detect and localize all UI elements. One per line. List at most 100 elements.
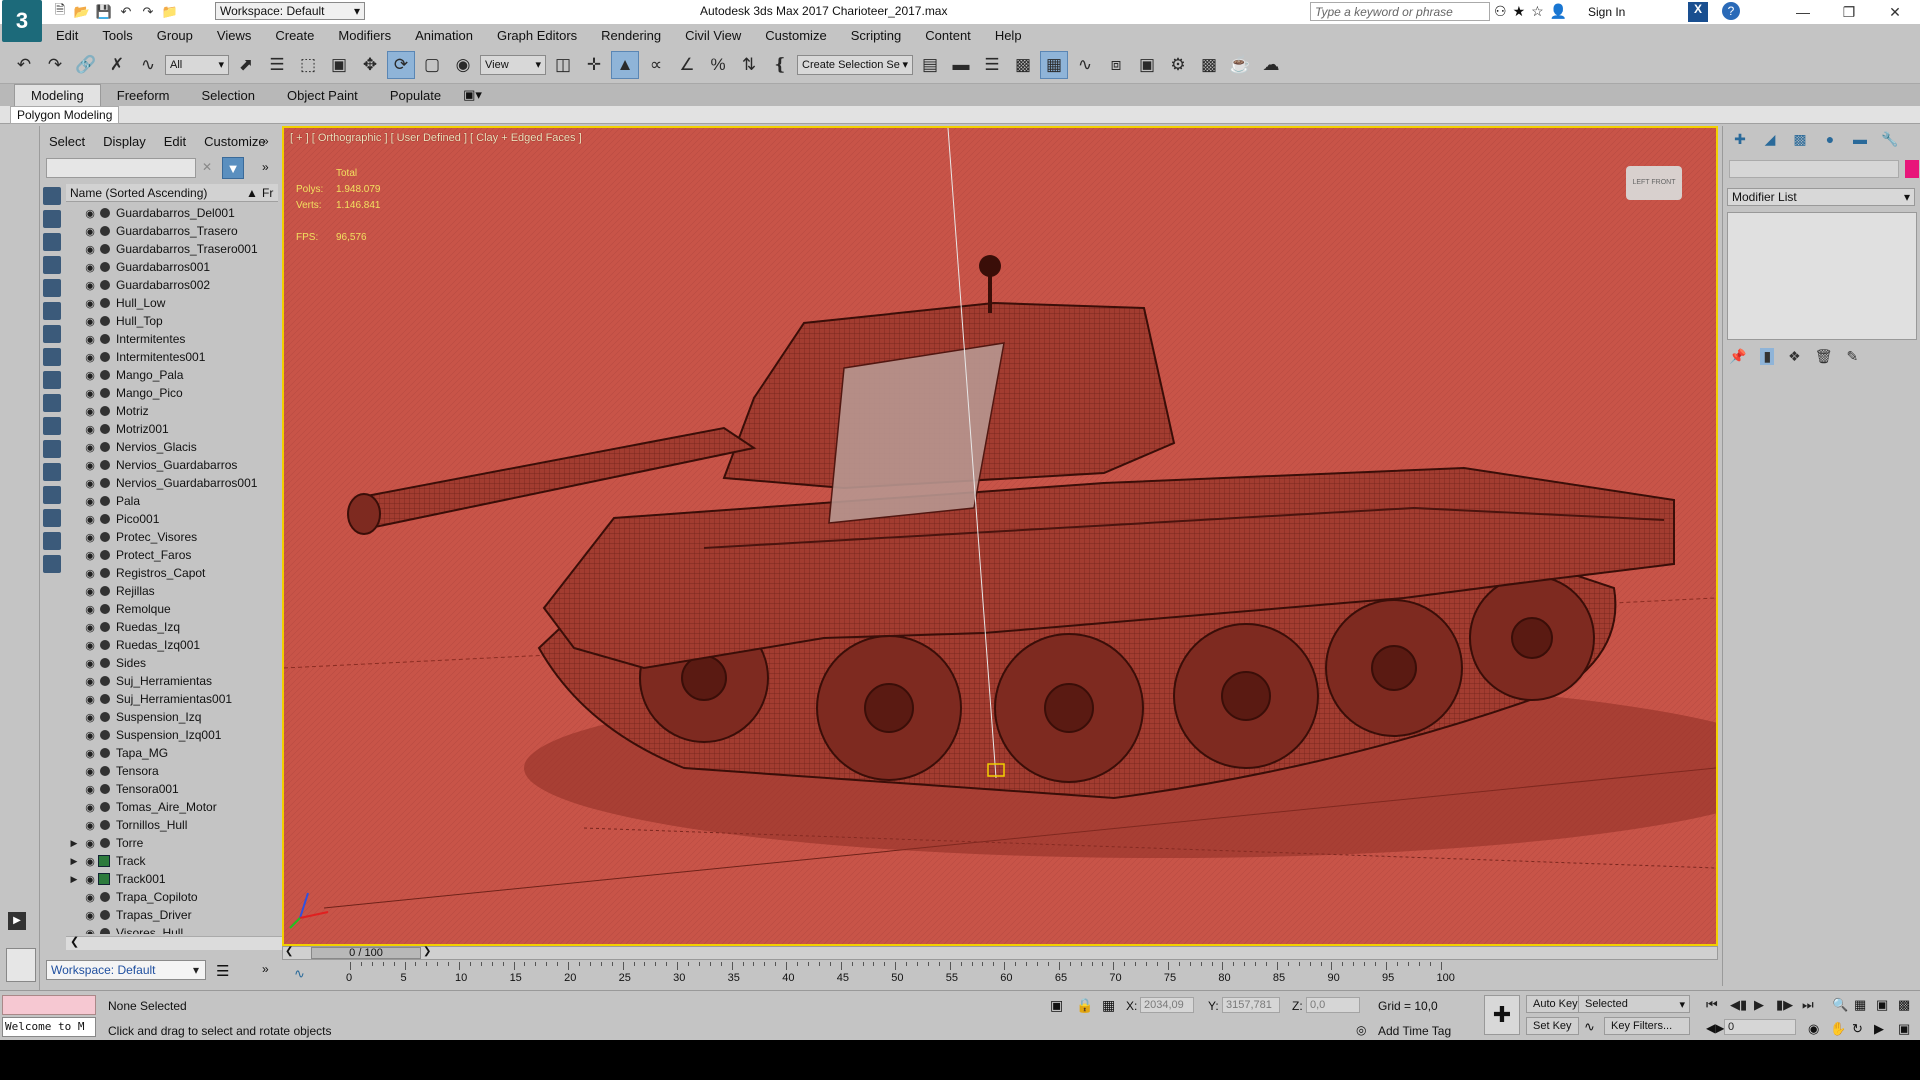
undo-icon[interactable]: ↶: [116, 2, 136, 22]
visibility-eye-icon[interactable]: ◉: [82, 531, 98, 544]
redo-icon[interactable]: ↷: [41, 51, 69, 79]
app-logo-icon[interactable]: 3: [2, 0, 42, 42]
list-item[interactable]: ◉ Nervios_Glacis: [66, 438, 296, 456]
undo-icon[interactable]: ↶: [10, 51, 38, 79]
rectangular-selection-icon[interactable]: ⬚: [294, 51, 322, 79]
list-item[interactable]: ◉ Motriz: [66, 402, 296, 420]
list-item[interactable]: ◉ Suspension_Izq001: [66, 726, 296, 744]
remove-modifier-icon[interactable]: 🗑: [1815, 348, 1833, 365]
clear-search-icon[interactable]: ✕: [202, 160, 212, 174]
tab-populate[interactable]: Populate: [374, 85, 457, 106]
list-item[interactable]: ◉ Rejillas: [66, 582, 296, 600]
visibility-eye-icon[interactable]: ◉: [82, 675, 98, 688]
pan-view-icon[interactable]: ✋: [1830, 1021, 1846, 1037]
display-all-icon[interactable]: [43, 463, 61, 481]
list-item[interactable]: ◉ Guardabarros_Del001: [66, 204, 296, 222]
visibility-eye-icon[interactable]: ◉: [82, 783, 98, 796]
zoom-all-icon[interactable]: ▦: [1854, 997, 1866, 1013]
list-item[interactable]: ◉ Hull_Low: [66, 294, 296, 312]
menu-edit[interactable]: Edit: [44, 28, 90, 43]
toggle-ribbon-icon[interactable]: ▦: [1040, 50, 1068, 79]
selection-lock-icon[interactable]: 🔒: [1076, 997, 1093, 1014]
list-item[interactable]: ◉ Remolque: [66, 600, 296, 618]
restore-button[interactable]: ❐: [1826, 0, 1872, 24]
current-frame-field[interactable]: 0: [1724, 1019, 1796, 1035]
visibility-eye-icon[interactable]: ◉: [82, 225, 98, 238]
list-item[interactable]: ◉ Protect_Faros: [66, 546, 296, 564]
select-and-place-icon[interactable]: ◉: [449, 51, 477, 79]
zoom-icon[interactable]: 🔍: [1832, 997, 1848, 1013]
save-file-icon[interactable]: 💾: [94, 2, 114, 22]
viewcube[interactable]: LEFT FRONT: [1626, 166, 1682, 200]
open-file-icon[interactable]: 📂: [72, 2, 92, 22]
visibility-eye-icon[interactable]: ◉: [82, 747, 98, 760]
previous-frame-icon[interactable]: ◀▮: [1730, 997, 1747, 1013]
visibility-eye-icon[interactable]: ◉: [82, 765, 98, 778]
list-item[interactable]: ◉ Hull_Top: [66, 312, 296, 330]
visibility-eye-icon[interactable]: ◉: [82, 423, 98, 436]
menu-content[interactable]: Content: [913, 28, 983, 43]
manipulate-icon[interactable]: ✛: [580, 51, 608, 79]
track-bar[interactable]: ∿ 0 5 10 15 20 25 30 35 40 45 50 55 60 65 70 75 80 85 90 95…: [282, 962, 1718, 988]
list-item[interactable]: ◉ Registros_Capot: [66, 564, 296, 582]
select-and-move-icon[interactable]: ✥: [356, 51, 384, 79]
menu-create[interactable]: Create: [263, 28, 326, 43]
render-in-cloud-icon[interactable]: ☁: [1257, 51, 1285, 79]
list-item[interactable]: ◉ Ruedas_Izq: [66, 618, 296, 636]
percent-snap-icon[interactable]: %: [704, 51, 732, 79]
rendered-frame-window-icon[interactable]: ▩: [1195, 51, 1223, 79]
list-item[interactable]: ◉ Tensora: [66, 762, 296, 780]
visibility-eye-icon[interactable]: ◉: [82, 477, 98, 490]
modifier-list-dropdown[interactable]: Modifier List ▾: [1727, 188, 1915, 206]
bind-space-warp-icon[interactable]: ∿: [134, 51, 162, 79]
list-item[interactable]: ◉ Pico001: [66, 510, 296, 528]
select-object-icon[interactable]: ⬈: [232, 51, 260, 79]
explorer-menu-select[interactable]: Select: [40, 132, 94, 152]
material-editor-icon[interactable]: ▣: [1133, 51, 1161, 79]
list-item[interactable]: ◉ Trapa_Copiloto: [66, 888, 296, 906]
menu-views[interactable]: Views: [205, 28, 263, 43]
visibility-eye-icon[interactable]: ◉: [82, 801, 98, 814]
modify-tab-icon[interactable]: ◢: [1759, 128, 1781, 150]
visibility-eye-icon[interactable]: ◉: [82, 207, 98, 220]
visibility-eye-icon[interactable]: ◉: [82, 873, 98, 886]
list-item[interactable]: ◉ Tensora001: [66, 780, 296, 798]
isolate-selection-icon[interactable]: ▣: [1050, 997, 1063, 1014]
visibility-eye-icon[interactable]: ◉: [82, 855, 98, 868]
visibility-eye-icon[interactable]: ◉: [82, 279, 98, 292]
menu-animation[interactable]: Animation: [403, 28, 485, 43]
sign-in-button[interactable]: Sign In: [1588, 5, 1625, 19]
unlink-icon[interactable]: ✗: [103, 51, 131, 79]
explorer-menu-display[interactable]: Display: [94, 132, 155, 152]
explorer-search-input[interactable]: [46, 158, 196, 178]
visibility-eye-icon[interactable]: ◉: [82, 693, 98, 706]
expand-arrow-icon[interactable]: ▶: [66, 856, 82, 867]
y-coordinate-field[interactable]: 3157,781: [1222, 997, 1280, 1013]
select-by-name-icon[interactable]: ☰: [263, 51, 291, 79]
visibility-eye-icon[interactable]: ◉: [82, 621, 98, 634]
display-cameras-icon[interactable]: [43, 256, 61, 274]
curve-editor-mini-icon[interactable]: ∿: [294, 966, 305, 982]
time-slider-thumb[interactable]: 0 / 100: [311, 947, 421, 959]
expand-footer-icon[interactable]: »: [262, 962, 269, 976]
workspace-select[interactable]: Workspace: Default ▾: [215, 2, 365, 20]
menu-customize[interactable]: Customize: [753, 28, 838, 43]
named-selection-set-dropdown[interactable]: Create Selection Se ▾: [797, 54, 913, 75]
expand-menu-icon[interactable]: »: [262, 134, 269, 148]
visibility-eye-icon[interactable]: ◉: [82, 459, 98, 472]
select-children-icon[interactable]: [43, 532, 61, 550]
redo-icon[interactable]: ↷: [138, 2, 158, 22]
menu-group[interactable]: Group: [145, 28, 205, 43]
explorer-workspace-select[interactable]: Workspace: Default ▾: [46, 960, 206, 980]
angle-snap-icon[interactable]: ∠: [673, 51, 701, 79]
list-item[interactable]: ◉ Trapas_Driver: [66, 906, 296, 924]
scroll-left-icon[interactable]: ❮: [70, 935, 79, 948]
utilities-tab-icon[interactable]: 🔧: [1879, 128, 1901, 150]
z-coordinate-field[interactable]: 0,0: [1306, 997, 1360, 1013]
go-to-start-icon[interactable]: ⏮: [1706, 997, 1718, 1013]
create-tab-icon[interactable]: ✚: [1729, 128, 1751, 150]
explorer-horizontal-scrollbar[interactable]: ❮ ❯: [66, 936, 298, 950]
menu-modifiers[interactable]: Modifiers: [326, 28, 403, 43]
time-slider-next-icon[interactable]: ❯: [423, 946, 431, 957]
configure-modifier-sets-icon[interactable]: ✎: [1847, 348, 1859, 365]
